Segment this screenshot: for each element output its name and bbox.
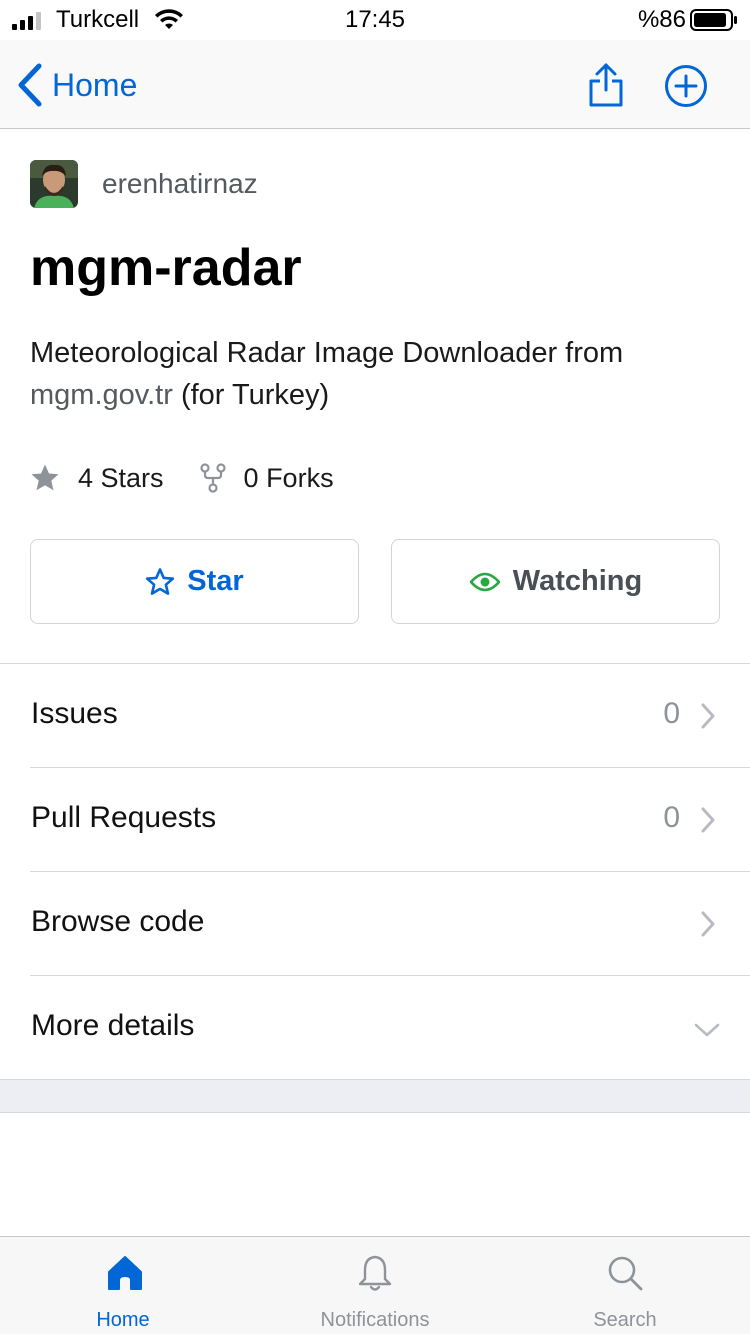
chevron-left-icon: [18, 63, 42, 107]
navigation-bar: Home: [0, 40, 750, 129]
chevron-right-icon: [701, 911, 715, 937]
back-button[interactable]: Home: [16, 62, 137, 108]
tab-search[interactable]: Search: [500, 1237, 750, 1334]
star-filled-icon: [31, 464, 59, 491]
status-bar: Turkcell 17:45 %86: [0, 0, 750, 40]
tab-home[interactable]: Home: [0, 1237, 250, 1334]
owner-name: erenhatirnaz: [102, 168, 258, 199]
forks-count: 0 Forks: [243, 462, 334, 493]
eye-icon: [469, 572, 501, 591]
tab-home-label: Home: [96, 1309, 150, 1331]
pull-requests-count: 0: [663, 801, 680, 834]
browse-code-row[interactable]: Browse code: [0, 872, 750, 976]
watch-button-label: Watching: [512, 565, 643, 597]
tab-search-label: Search: [593, 1309, 657, 1331]
forks-stat: 0 Forks: [199, 462, 334, 494]
tab-notifications[interactable]: Notifications: [250, 1237, 500, 1334]
browse-code-label: Browse code: [31, 905, 205, 938]
avatar[interactable]: [30, 160, 78, 208]
pull-requests-row[interactable]: Pull Requests 0: [0, 768, 750, 872]
search-icon: [608, 1256, 643, 1291]
star-button-label: Star: [187, 565, 244, 597]
repo-title: mgm-radar: [30, 239, 302, 297]
back-button-label: Home: [52, 66, 138, 103]
home-icon: [108, 1256, 142, 1290]
star-button[interactable]: Star: [30, 539, 359, 624]
repo-owner[interactable]: erenhatirnaz: [30, 160, 258, 208]
avatar-image: [30, 160, 78, 208]
pull-requests-label: Pull Requests: [31, 801, 217, 834]
chevron-right-icon: [701, 703, 715, 729]
repo-description: Meteorological Radar Image Downloader fr…: [30, 332, 720, 416]
description-link[interactable]: mgm.gov.tr: [30, 379, 173, 411]
stars-count: 4 Stars: [78, 462, 164, 493]
issues-label: Issues: [31, 697, 118, 730]
description-text-end: (for Turkey): [172, 379, 330, 411]
description-text: Meteorological Radar Image Downloader fr…: [30, 337, 624, 369]
issues-count: 0: [663, 697, 680, 730]
tab-notifications-label: Notifications: [320, 1309, 430, 1331]
add-circle-icon[interactable]: [664, 64, 708, 108]
star-outline-icon: [146, 567, 175, 595]
more-details-label: More details: [31, 1009, 195, 1042]
chevron-right-icon: [701, 807, 715, 833]
section-spacer: [0, 1079, 750, 1113]
battery-icon: [690, 9, 737, 31]
watch-button[interactable]: Watching: [391, 539, 720, 624]
issues-row[interactable]: Issues 0: [0, 664, 750, 768]
repo-stats: 4 Stars 0 Forks: [30, 458, 370, 498]
share-icon[interactable]: [586, 62, 626, 108]
more-details-row[interactable]: More details: [0, 976, 750, 1080]
stars-stat: 4 Stars: [30, 463, 164, 494]
bell-icon: [358, 1255, 392, 1291]
fork-icon: [199, 463, 226, 493]
battery-percent: %86: [637, 6, 686, 33]
chevron-down-icon: [694, 1023, 720, 1037]
tab-bar: Home Notifications Search: [0, 1236, 750, 1334]
